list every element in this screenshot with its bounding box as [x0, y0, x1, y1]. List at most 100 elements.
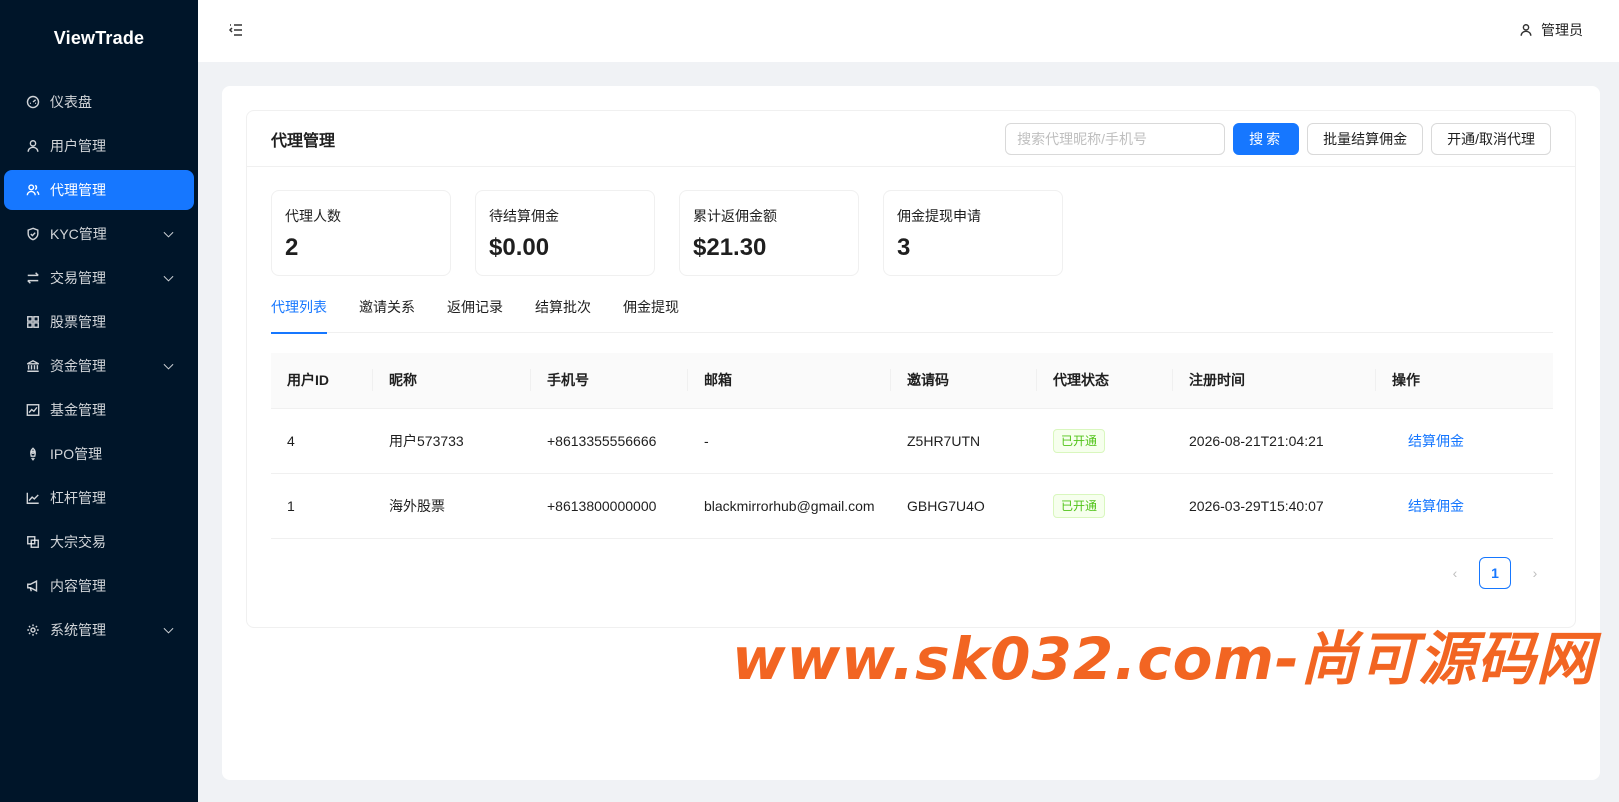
cell-phone: +8613800000000 — [531, 473, 688, 539]
rocket-icon — [26, 447, 40, 461]
search-button[interactable]: 搜索 — [1233, 122, 1300, 155]
stat-value: 3 — [897, 234, 911, 261]
sidebar-menu: 仪表盘 用户管理 代理管理 KYC管理 交易管理 股票管理 资金管理 基金管理 … — [0, 82, 198, 650]
tab-agent-list[interactable]: 代理列表 — [271, 295, 327, 334]
batch-settle-button[interactable]: 批量结算佣金 — [1307, 122, 1424, 155]
sidebar-item-label: 大宗交易 — [50, 534, 106, 550]
sidebar-item-label: 杠杆管理 — [50, 490, 106, 506]
sidebar-item-label: 代理管理 — [50, 182, 106, 198]
column-header: 手机号 — [531, 353, 688, 409]
column-header: 注册时间 — [1173, 353, 1376, 409]
agent-table: 用户ID 昵称 手机号 邮箱 邀请码 代理状态 注册时间 操作 4 用户5737… — [271, 353, 1553, 539]
user-menu[interactable]: 管理员 — [1519, 20, 1583, 40]
column-header: 操作 — [1376, 353, 1553, 409]
sidebar-item-label: 交易管理 — [50, 270, 106, 286]
agent-icon — [26, 183, 40, 197]
top-header: 管理员 — [198, 0, 1619, 62]
sidebar-item-kyc[interactable]: KYC管理 — [4, 214, 194, 254]
cell-user-id: 4 — [271, 408, 373, 474]
column-header: 昵称 — [373, 353, 531, 409]
tab-bar: 代理列表 邀请关系 返佣记录 结算批次 佣金提现 — [271, 295, 1553, 334]
cell-phone: +8613355556666 — [531, 408, 688, 474]
cell-action: 结算佣金 — [1376, 473, 1553, 539]
stat-value: $21.30 — [693, 234, 767, 261]
stat-label: 代理人数 — [285, 208, 341, 224]
user-icon — [1520, 24, 1532, 36]
dashboard-icon — [26, 95, 40, 109]
stat-label: 待结算佣金 — [489, 208, 559, 224]
card-header: 代理管理 搜索 批量结算佣金 开通/取消代理 — [247, 111, 1575, 167]
watermark: www.sk032.com-尚可源码网 — [732, 625, 1596, 693]
cell-nickname: 海外股票 — [373, 473, 531, 539]
sidebar-item-funds-mgmt[interactable]: 资金管理 — [4, 346, 194, 386]
sidebar-item-label: KYC管理 — [50, 226, 107, 242]
stat-card-withdraw-requests: 佣金提现申请 3 — [883, 190, 1063, 276]
cell-invite-code: GBHG7U4O — [891, 473, 1037, 539]
stats-row: 代理人数 2 待结算佣金 $0.00 累计返佣金额 $21.30 佣金提现申请 … — [271, 190, 1063, 276]
cell-email: blackmirrorhub@gmail.com — [688, 473, 891, 539]
stat-card-total-rebate: 累计返佣金额 $21.30 — [679, 190, 859, 276]
sidebar-item-agents[interactable]: 代理管理 — [4, 170, 194, 210]
table-row: 1 海外股票 +8613800000000 blackmirrorhub@gma… — [271, 473, 1553, 539]
sidebar-item-leverage[interactable]: 杠杆管理 — [4, 478, 194, 518]
sidebar-item-label: 系统管理 — [50, 622, 106, 638]
sidebar-item-stocks[interactable]: 股票管理 — [4, 302, 194, 342]
sidebar-item-system[interactable]: 系统管理 — [4, 610, 194, 650]
column-header: 邮箱 — [688, 353, 891, 409]
block-icon — [26, 535, 40, 549]
tab-invitations[interactable]: 邀请关系 — [359, 295, 415, 333]
sidebar-item-fund[interactable]: 基金管理 — [4, 390, 194, 430]
prev-page-icon[interactable]: ‹ — [1439, 557, 1471, 589]
bank-icon — [26, 359, 40, 373]
cell-registered: 2026-08-21T21:04:21 — [1173, 408, 1376, 474]
toolbar: 搜索 批量结算佣金 开通/取消代理 — [1005, 122, 1551, 155]
sidebar-item-dashboard[interactable]: 仪表盘 — [4, 82, 194, 122]
table-row: 4 用户573733 +8613355556666 - Z5HR7UTN 已开通… — [271, 408, 1553, 474]
shield-icon — [26, 227, 40, 241]
cell-status: 已开通 — [1037, 473, 1173, 539]
app-logo: ViewTrade — [53, 27, 145, 48]
user-name: 管理员 — [1541, 22, 1583, 38]
next-page-icon[interactable]: › — [1519, 557, 1551, 589]
chevron-down-icon — [163, 359, 174, 370]
sidebar-item-trading[interactable]: 交易管理 — [4, 258, 194, 298]
page-number-current[interactable]: 1 — [1479, 557, 1511, 589]
column-header: 代理状态 — [1037, 353, 1173, 409]
stat-label: 累计返佣金额 — [693, 208, 777, 224]
sidebar-item-block-trade[interactable]: 大宗交易 — [4, 522, 194, 562]
agent-card: 代理管理 搜索 批量结算佣金 开通/取消代理 代理人数 2 待结算佣金 $0.0… — [246, 110, 1576, 628]
search-input[interactable] — [1005, 122, 1226, 155]
stat-card-agent-count: 代理人数 2 — [271, 190, 451, 276]
sidebar-item-ipo[interactable]: IPO管理 — [4, 434, 194, 474]
cell-user-id: 1 — [271, 473, 373, 539]
settle-commission-link[interactable]: 结算佣金 — [1392, 433, 1464, 449]
sidebar-item-content[interactable]: 内容管理 — [4, 566, 194, 606]
column-header: 邀请码 — [891, 353, 1037, 409]
settle-commission-link[interactable]: 结算佣金 — [1392, 498, 1464, 514]
cell-nickname: 用户573733 — [373, 408, 531, 474]
user-icon — [26, 139, 40, 153]
sidebar-item-label: 仪表盘 — [50, 94, 92, 110]
cell-action: 结算佣金 — [1376, 408, 1553, 474]
cell-status: 已开通 — [1037, 408, 1173, 474]
stat-value: 2 — [285, 234, 299, 261]
sidebar-item-users[interactable]: 用户管理 — [4, 126, 194, 166]
chevron-down-icon — [163, 227, 174, 238]
menu-fold-icon[interactable] — [228, 22, 244, 38]
cell-registered: 2026-03-29T15:40:07 — [1173, 473, 1376, 539]
grid-icon — [26, 315, 40, 329]
chevron-down-icon — [163, 271, 174, 282]
table-header-row: 用户ID 昵称 手机号 邮箱 邀请码 代理状态 注册时间 操作 — [271, 353, 1553, 409]
toggle-agent-button[interactable]: 开通/取消代理 — [1431, 122, 1551, 155]
tab-commission-withdraw[interactable]: 佣金提现 — [623, 295, 679, 333]
tab-settlement-batches[interactable]: 结算批次 — [535, 295, 591, 333]
tab-rebate-records[interactable]: 返佣记录 — [447, 295, 503, 333]
sidebar-item-label: 用户管理 — [50, 138, 106, 154]
chart-icon — [26, 403, 40, 417]
sidebar-item-label: 股票管理 — [50, 314, 106, 330]
cell-invite-code: Z5HR7UTN — [891, 408, 1037, 474]
sidebar-item-label: IPO管理 — [50, 446, 103, 462]
column-header: 用户ID — [271, 353, 373, 409]
megaphone-icon — [26, 579, 40, 593]
gear-icon — [26, 623, 40, 637]
